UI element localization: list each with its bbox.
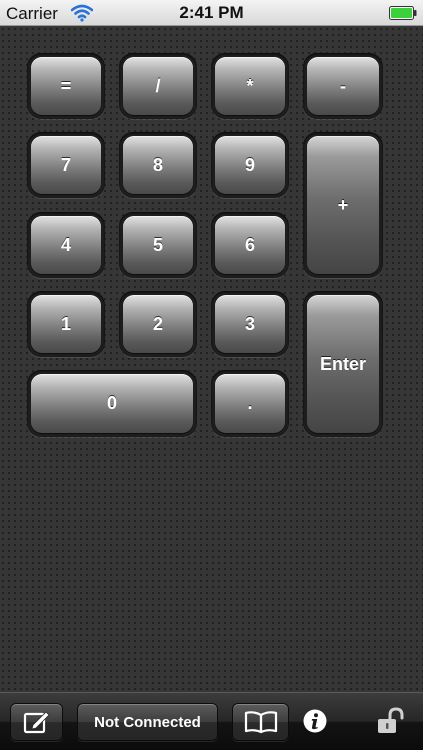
key-well: * [211,53,289,119]
key-well: - [303,53,383,119]
key-well: . [211,370,289,437]
enter-key[interactable]: Enter [307,295,379,433]
equals-key[interactable]: = [31,57,101,115]
key-well: 8 [119,132,197,198]
eight-key[interactable]: 8 [123,136,193,194]
edit-icon [23,711,50,734]
clock: 2:41 PM [179,3,244,22]
minus-key[interactable]: - [307,57,379,115]
key-well: + [303,132,383,278]
six-key[interactable]: 6 [215,216,285,274]
one-key[interactable]: 1 [31,295,101,353]
info-icon[interactable] [303,709,327,733]
key-well: 4 [27,212,105,278]
three-key[interactable]: 3 [215,295,285,353]
key-well: 9 [211,132,289,198]
decimal-key[interactable]: . [215,374,285,433]
bottom-toolbar: Not Connected [0,692,423,750]
battery-icon [389,6,417,20]
keypad: = / * - 7 8 9 + 4 5 6 1 2 3 Enter 0 . [0,26,423,692]
status-bar: Carrier 2:41 PM [0,0,423,26]
key-well: 1 [27,291,105,357]
key-well: 3 [211,291,289,357]
divide-key[interactable]: / [123,57,193,115]
key-well: 5 [119,212,197,278]
nine-key[interactable]: 9 [215,136,285,194]
book-icon [244,711,277,734]
zero-key[interactable]: 0 [31,374,193,433]
seven-key[interactable]: 7 [31,136,101,194]
connection-status-button[interactable]: Not Connected [77,703,218,741]
lock-open-icon[interactable] [376,707,406,735]
edit-button[interactable] [10,703,63,741]
four-key[interactable]: 4 [31,216,101,274]
multiply-key[interactable]: * [215,57,285,115]
key-well: 6 [211,212,289,278]
plus-key[interactable]: + [307,136,379,274]
key-well: / [119,53,197,119]
key-well: 2 [119,291,197,357]
five-key[interactable]: 5 [123,216,193,274]
key-well: 0 [27,370,197,437]
key-well: Enter [303,291,383,437]
two-key[interactable]: 2 [123,295,193,353]
bookmarks-button[interactable] [232,703,289,741]
key-well: 7 [27,132,105,198]
key-well: = [27,53,105,119]
